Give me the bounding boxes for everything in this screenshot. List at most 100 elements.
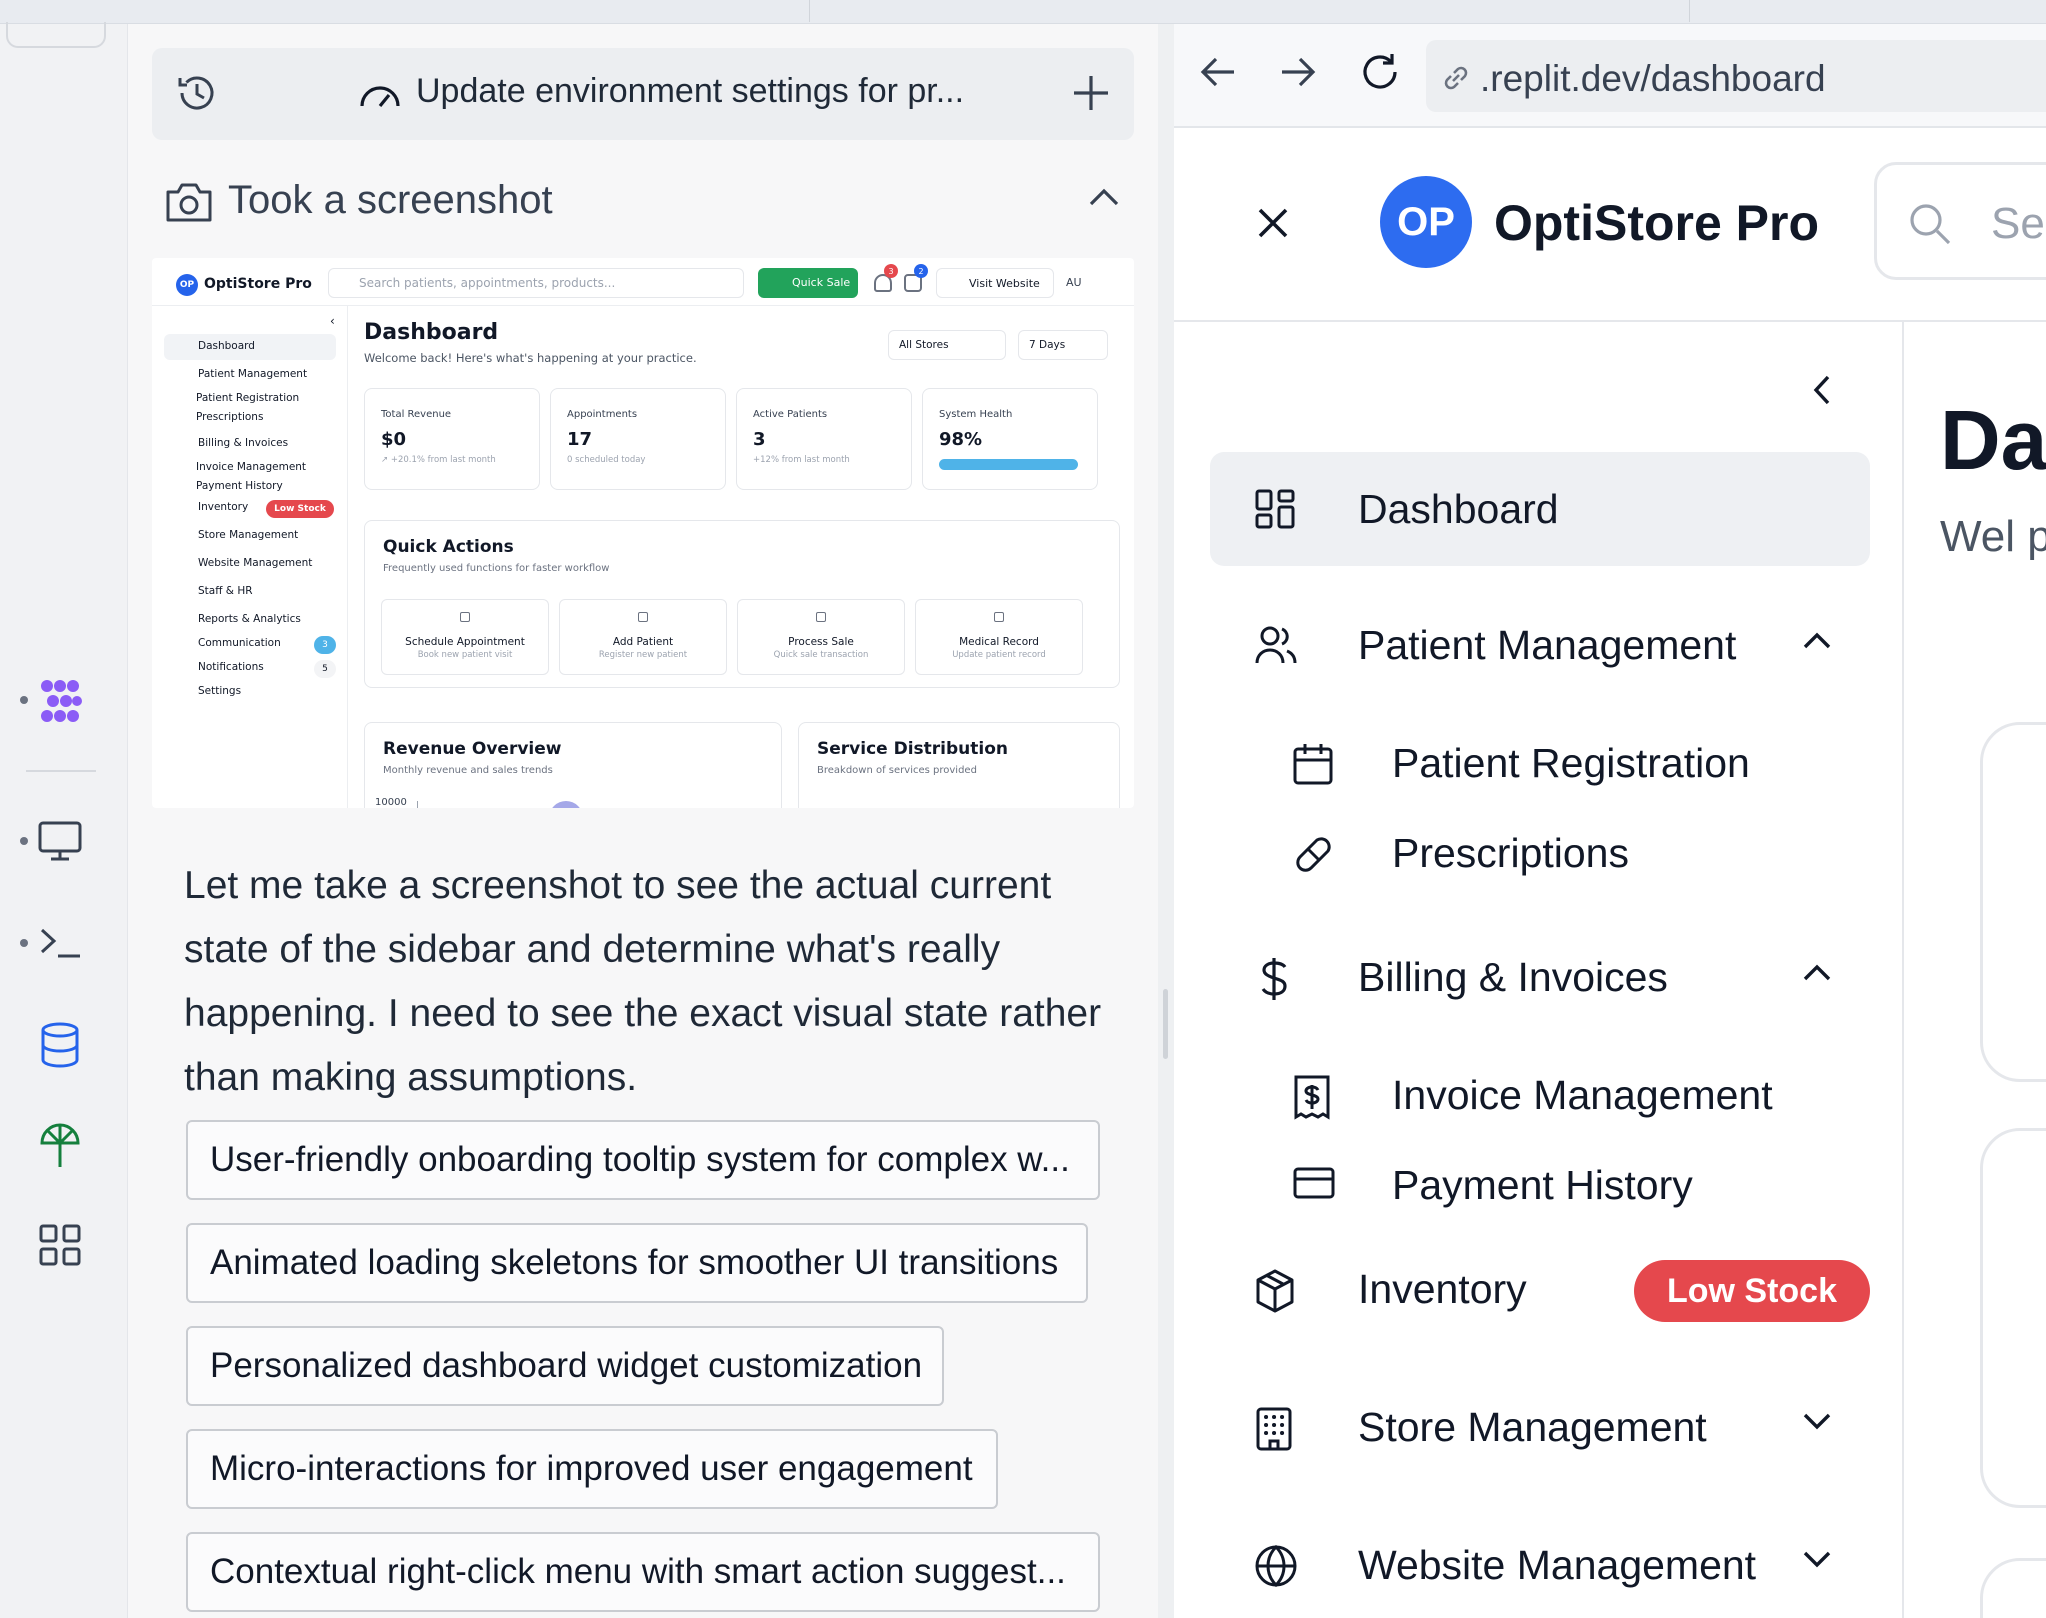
camera-icon <box>164 180 214 224</box>
chevron-up-icon[interactable] <box>1802 962 1832 982</box>
sidebar-item-dashboard[interactable]: Dashboard <box>1210 452 1870 566</box>
gauge-icon <box>357 76 403 112</box>
url-text[interactable]: .replit.dev/dashboard <box>1480 58 1826 100</box>
thumb-communication-count: 3 <box>314 636 336 654</box>
chat-title[interactable]: Update environment settings for pr... <box>416 72 964 111</box>
chevron-up-icon[interactable] <box>1802 630 1832 650</box>
collapse-sidebar-icon[interactable] <box>1812 374 1832 406</box>
chevron-up-icon[interactable] <box>1088 186 1120 208</box>
quick-action: Schedule Appointment Book new patient vis… <box>381 599 549 675</box>
history-icon[interactable] <box>174 70 220 116</box>
health-progress-bar <box>939 459 1079 470</box>
agent-icon[interactable] <box>20 666 100 736</box>
page-title: Da <box>1940 393 2046 487</box>
chevron-down-icon[interactable] <box>1802 1412 1832 1432</box>
forward-arrow-icon[interactable] <box>1278 54 1318 90</box>
card-sub: ↗ +20.1% from last month <box>381 455 496 465</box>
quick-action-title: Add Patient <box>612 636 674 648</box>
suggestion-chip[interactable]: User-friendly onboarding tooltip system … <box>186 1120 1100 1200</box>
stethoscope-icon <box>994 612 1004 622</box>
package-icon <box>1254 1268 1296 1314</box>
thumb-sidebar: ‹ Dashboard Patient Management Patient R… <box>152 306 348 808</box>
sidebar-item-payment-history[interactable]: Payment History <box>1210 1144 1870 1224</box>
card-label: Total Revenue <box>381 409 452 420</box>
sidebar-item-label: Billing & Invoices <box>1358 954 1668 1000</box>
sidebar-item-billing[interactable]: Billing & Invoices <box>1210 920 1870 1034</box>
thumb-nav-billing: Billing & Invoices <box>198 437 289 449</box>
thumb-search: Search patients, appointments, products.… <box>328 268 744 298</box>
thumb-nav-settings: Settings <box>198 685 242 697</box>
tab-stub[interactable] <box>540 0 810 22</box>
receipt-icon <box>816 612 826 622</box>
back-arrow-icon[interactable] <box>1198 54 1238 90</box>
sidebar-item-patient-management[interactable]: Patient Management <box>1210 588 1870 702</box>
app-main-content: Da Wel prac <box>1904 322 2046 1618</box>
card-value: $0 <box>381 429 407 450</box>
thumb-card-system-health: System Health 98% <box>922 388 1098 490</box>
new-chat-plus-icon[interactable] <box>1070 72 1112 114</box>
thumb-page-subtitle: Welcome back! Here's what's happening at… <box>364 351 697 365</box>
sidebar-item-label: Store Management <box>1358 1404 1707 1450</box>
preview-browser: .replit.dev/dashboard OP OptiStore Pro S… <box>1174 24 2046 1618</box>
screenshot-action-row[interactable]: Took a screenshot <box>164 174 1134 234</box>
sidebar-item-label: Inventory <box>1358 1266 1527 1312</box>
quick-action: Process Sale Quick sale transaction <box>737 599 905 675</box>
revenue-axis-line <box>417 801 418 808</box>
credit-card-icon <box>1292 1164 1336 1200</box>
rail-separator <box>26 770 96 772</box>
quick-action: Add Patient Register new patient <box>559 599 727 675</box>
sidebar-item-patient-registration[interactable]: Patient Registration <box>1210 722 1870 802</box>
service-title: Service Distribution <box>817 739 1008 759</box>
thumb-card-patients: Active Patients 3 +12% from last month <box>736 388 912 490</box>
dollar-icon <box>1254 956 1294 1002</box>
sidebar-item-invoice-management[interactable]: Invoice Management <box>1210 1054 1870 1134</box>
card-value: 17 <box>567 429 593 450</box>
rail-top-pill[interactable] <box>6 22 106 48</box>
suggestion-chip[interactable]: Contextual right-click menu with smart a… <box>186 1532 1100 1612</box>
chevron-down-icon[interactable] <box>1802 1550 1832 1570</box>
deploy-icon[interactable] <box>20 1110 100 1180</box>
monitor-icon[interactable] <box>20 806 100 876</box>
sidebar-item-label: Patient Registration <box>1392 740 1750 786</box>
low-stock-badge: Low Stock <box>1634 1260 1870 1322</box>
sidebar-item-prescriptions[interactable]: Prescriptions <box>1210 812 1870 892</box>
thumb-nav-website-management: Website Management <box>198 557 313 569</box>
database-icon[interactable] <box>20 1010 100 1080</box>
revenue-sub: Monthly revenue and sales trends <box>383 765 553 776</box>
app-header: OP OptiStore Pro Se <box>1174 128 2046 322</box>
building-icon <box>1254 1406 1294 1452</box>
refresh-icon[interactable] <box>1358 50 1402 94</box>
pane-divider[interactable] <box>1158 24 1174 1618</box>
app-brand[interactable]: OptiStore Pro <box>1494 194 1819 252</box>
terminal-icon[interactable] <box>20 908 100 978</box>
sidebar-item-website-management[interactable]: Website Management <box>1210 1508 1870 1618</box>
app-logo[interactable]: OP <box>1380 176 1472 268</box>
card-label: Appointments <box>567 409 638 420</box>
thumb-nav-payment-history: Payment History <box>196 480 283 492</box>
thumb-message-badge: 2 <box>914 264 928 278</box>
resize-grip[interactable] <box>1163 989 1168 1059</box>
quick-action-sub: Register new patient <box>598 650 688 660</box>
close-icon[interactable] <box>1256 206 1290 240</box>
revenue-axis-tick: 10000 <box>375 797 407 808</box>
suggestion-chip[interactable]: Personalized dashboard widget customizat… <box>186 1326 944 1406</box>
thumb-nav-communication: Communication <box>198 637 281 649</box>
thumb-page-title: Dashboard <box>364 320 499 345</box>
tab-stub[interactable] <box>1480 0 1690 22</box>
thumb-nav-store-management: Store Management <box>198 529 299 541</box>
thumb-nav-staff: Staff & HR <box>198 585 253 597</box>
app-search-input[interactable]: Se <box>1874 162 2046 280</box>
thumb-service-distribution: Service Distribution Breakdown of servic… <box>798 722 1120 808</box>
url-bar-row: .replit.dev/dashboard <box>1174 24 2046 128</box>
suggestion-chip[interactable]: Micro-interactions for improved user eng… <box>186 1429 998 1509</box>
quick-action: Medical Record Update patient record <box>915 599 1083 675</box>
sidebar-item-inventory[interactable]: Inventory Low Stock <box>1210 1232 1870 1346</box>
user-plus-icon <box>638 612 648 622</box>
sidebar-item-label: Patient Management <box>1358 622 1737 668</box>
suggestion-chip[interactable]: Animated loading skeletons for smoother … <box>186 1223 1088 1303</box>
apps-grid-icon[interactable] <box>20 1210 100 1280</box>
sidebar-item-store-management[interactable]: Store Management <box>1210 1370 1870 1484</box>
url-field[interactable]: .replit.dev/dashboard <box>1426 40 2046 112</box>
screenshot-thumbnail[interactable]: OP OptiStore Pro Search patients, appoin… <box>152 258 1134 808</box>
thumb-quick-actions: Quick Actions Frequently used functions … <box>364 520 1120 688</box>
